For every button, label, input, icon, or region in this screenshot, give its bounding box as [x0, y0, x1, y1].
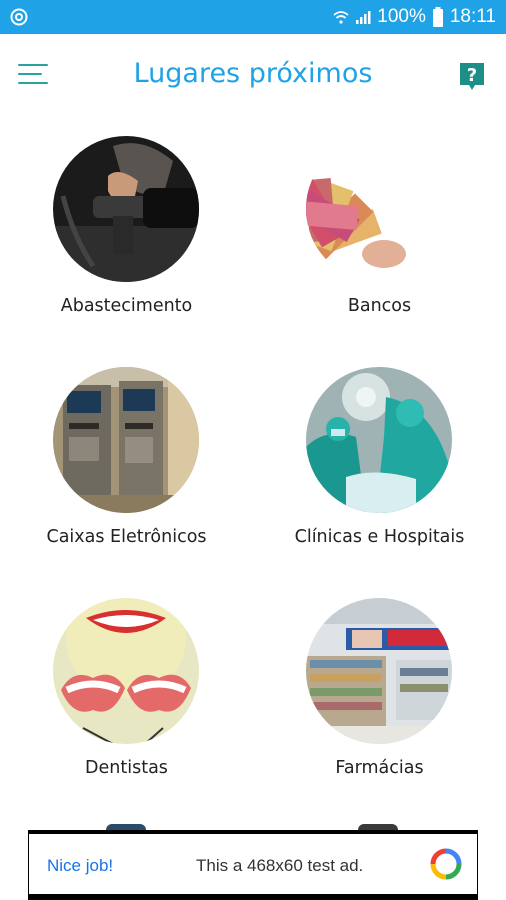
dentures-image [53, 598, 199, 744]
signal-icon [356, 11, 371, 24]
fuel-pump-image [53, 136, 199, 282]
category-dentistas[interactable]: Dentistas [0, 578, 253, 809]
surgeons-image [306, 367, 452, 513]
clock: 18:11 [449, 6, 496, 27]
category-caixas-eletronicos[interactable]: Caixas Eletrônicos [0, 347, 253, 578]
help-icon[interactable]: ? [458, 61, 486, 91]
category-label: Abastecimento [60, 296, 193, 316]
wifi-icon [333, 11, 349, 24]
category-label: Caixas Eletrônicos [46, 527, 207, 547]
app-notification-icon [10, 8, 28, 26]
category-bancos[interactable]: Bancos [253, 116, 506, 347]
atm-image [53, 367, 199, 513]
svg-text:?: ? [467, 65, 477, 86]
admob-logo-icon [430, 848, 462, 880]
ad-banner[interactable]: Nice job! This a 468x60 test ad. [28, 830, 478, 900]
category-label: Clínicas e Hospitais [294, 527, 465, 547]
pharmacy-image [306, 598, 452, 744]
ad-text: This a 468x60 test ad. [196, 856, 364, 875]
category-abastecimento[interactable]: Abastecimento [0, 116, 253, 347]
battery-icon [432, 7, 443, 27]
category-label: Dentistas [85, 758, 168, 778]
app-bar: Lugares próximos ? [0, 34, 506, 116]
category-label: Farmácias [335, 758, 424, 778]
category-farmacias[interactable]: Farmácias [253, 578, 506, 809]
page-title: Lugares próximos [133, 58, 373, 89]
category-clinicas-hospitais[interactable]: Clínicas e Hospitais [253, 347, 506, 578]
ad-content[interactable]: Nice job! This a 468x60 test ad. [29, 834, 477, 894]
category-label: Bancos [347, 296, 412, 316]
ad-cta[interactable]: Nice job! [47, 856, 113, 876]
status-bar: 100% 18:11 [0, 0, 506, 34]
battery-percent: 100% [377, 6, 426, 27]
banknotes-image [306, 136, 452, 282]
